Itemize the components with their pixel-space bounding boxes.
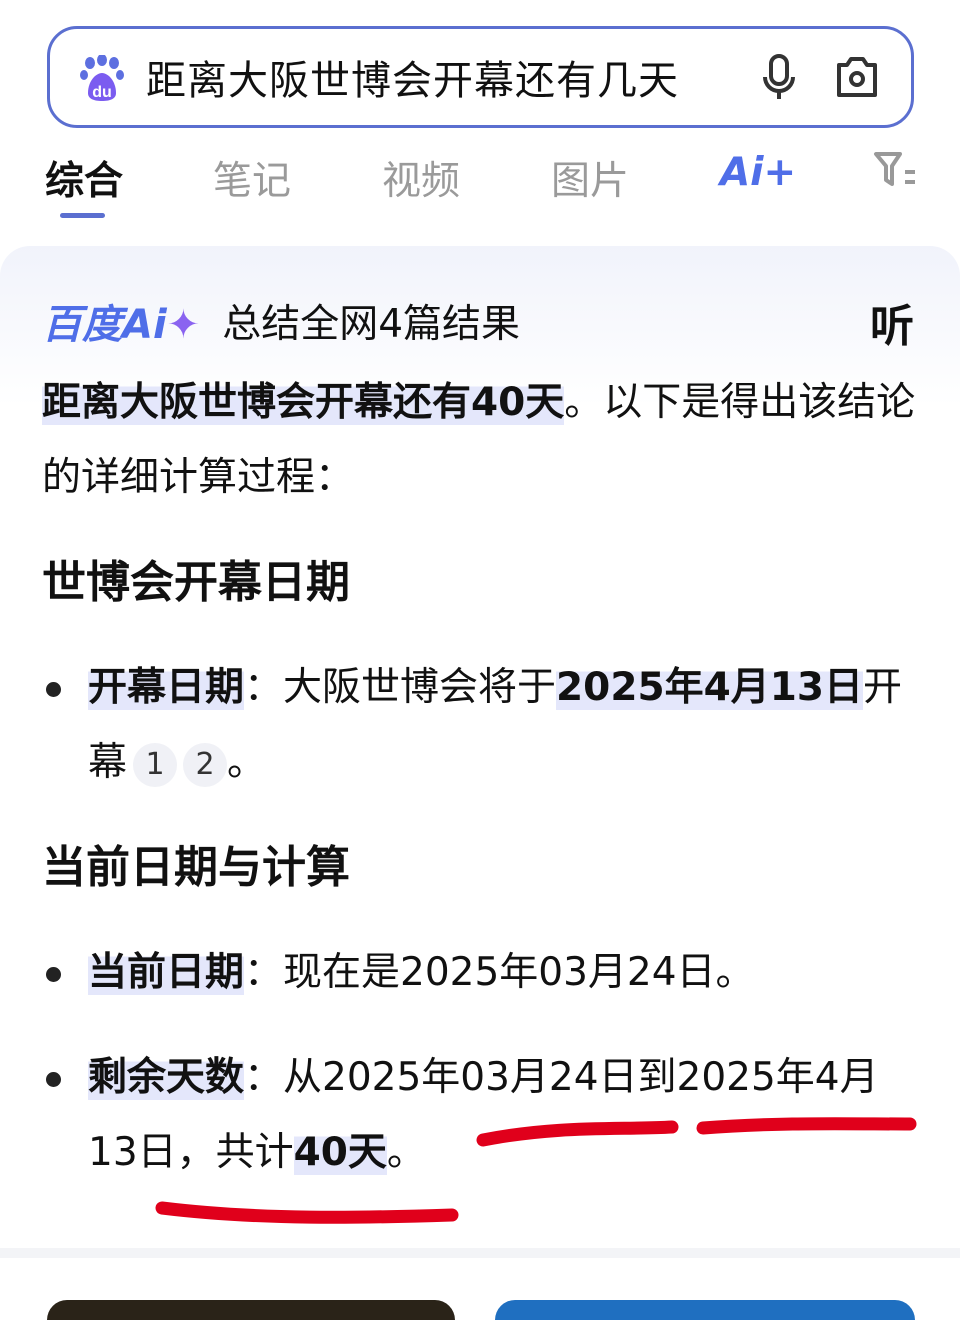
tab-images[interactable]: 图片 — [551, 150, 629, 206]
summary-text: 总结全网4篇结果 — [222, 302, 521, 347]
list-item: 当前日期：现在是2025年03月24日。 — [42, 935, 917, 1010]
search-bar[interactable]: du — [47, 26, 914, 128]
tab-bar: 综合 笔记 视频 图片 Ai+ — [45, 150, 960, 220]
active-tab-indicator — [60, 213, 105, 218]
microphone-icon[interactable] — [755, 53, 803, 101]
section-divider — [0, 1248, 960, 1258]
baidu-logo: du — [80, 54, 124, 101]
tab-ai[interactable]: Ai+ — [720, 150, 796, 195]
filter-icon[interactable] — [873, 150, 917, 200]
tab-videos[interactable]: 视频 — [382, 150, 460, 206]
result-thumbnail[interactable] — [495, 1300, 915, 1320]
result-thumbnail[interactable] — [47, 1300, 455, 1320]
answer-lead: 距离大阪世博会开幕还有40天。以下是得出该结论的详细计算过程： — [42, 380, 916, 500]
baidu-ai-logo: 百度Ai✦ — [42, 302, 201, 348]
svg-text:du: du — [92, 84, 112, 101]
search-input[interactable] — [146, 54, 755, 100]
citation-2[interactable]: 2 — [183, 742, 228, 787]
section-title-calculation: 当前日期与计算 — [42, 842, 350, 893]
tab-notes[interactable]: 笔记 — [213, 150, 291, 206]
answer-body: 距离大阪世博会开幕还有40天。以下是得出该结论的详细计算过程： 世博会开幕日期 … — [42, 365, 917, 1220]
section-title-opening-date: 世博会开幕日期 — [42, 557, 350, 608]
listen-button[interactable]: 听 — [870, 290, 914, 354]
list-item: 开幕日期：大阪世博会将于2025年4月13日开幕 1 2。 — [42, 650, 917, 800]
tab-all[interactable]: 综合 — [45, 150, 123, 206]
list-item: 剩余天数：从2025年03月24日到2025年4月13日，共计40天。 — [42, 1040, 917, 1190]
camera-icon[interactable] — [833, 53, 881, 101]
ai-header: 百度Ai✦ 总结全网4篇结果 — [42, 292, 520, 350]
citation-1[interactable]: 1 — [133, 742, 178, 787]
